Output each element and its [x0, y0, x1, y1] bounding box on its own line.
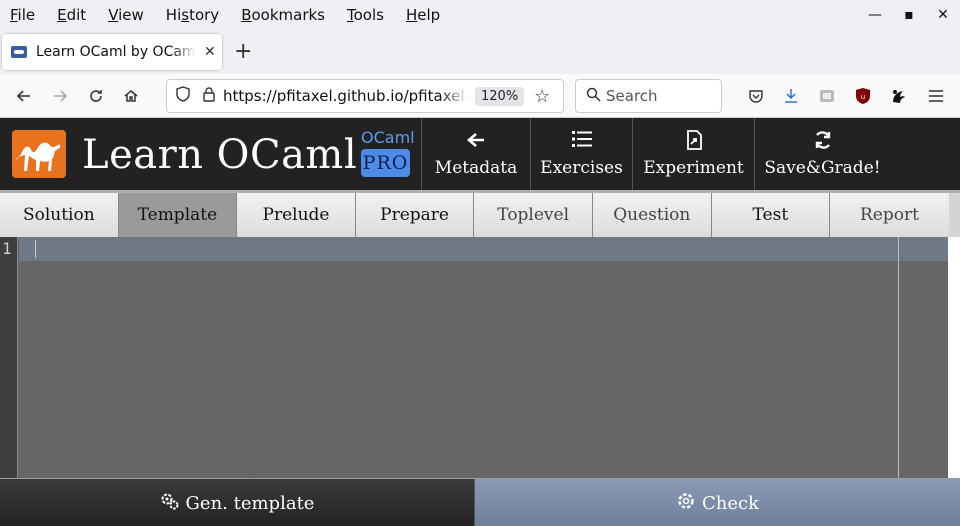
nav-bar: https://pfitaxel.github.io/pfitaxel-demo… [0, 74, 960, 118]
menu-tools[interactable]: Tools [336, 6, 395, 24]
home-icon [124, 90, 138, 102]
pocket-icon[interactable] [744, 84, 768, 108]
tab-toplevel[interactable]: Toplevel [474, 193, 593, 237]
editor-scrollbar[interactable] [948, 237, 960, 478]
menu-edit[interactable]: Edit [46, 6, 97, 24]
menu-help[interactable]: Help [395, 6, 451, 24]
extension-icon[interactable] [887, 84, 911, 108]
search-box[interactable]: Search [575, 79, 722, 113]
menu-bar: File Edit View History Bookmarks Tools H… [0, 0, 960, 30]
save-grade-button[interactable]: Save&Grade! [754, 118, 890, 190]
experiment-icon [685, 130, 703, 156]
refresh-icon [813, 130, 833, 156]
cogs-icon [160, 491, 180, 516]
tab-strip: Learn OCaml by OCamlPro ✕ + [0, 30, 960, 74]
tab-prepare[interactable]: Prepare [355, 193, 475, 237]
forward-button[interactable] [46, 82, 74, 110]
svg-text:u: u [861, 93, 865, 101]
close-icon[interactable]: ✕ [926, 7, 960, 23]
metadata-label: Metadata [434, 158, 518, 178]
gen-template-button[interactable]: Gen. template [0, 479, 474, 526]
bookmark-star-icon[interactable]: ☆ [534, 86, 550, 107]
minimize-icon[interactable]: — [858, 7, 892, 23]
menu-history[interactable]: History [155, 6, 230, 24]
forward-icon [54, 90, 68, 102]
experiment-button[interactable]: Experiment [632, 118, 754, 190]
tab-title: Learn OCaml by OCamlPro [36, 44, 196, 60]
tab-question[interactable]: Question [592, 193, 712, 237]
camel-logo[interactable] [12, 130, 66, 178]
app-title: Learn OCaml [82, 132, 358, 178]
editor-tabs: Solution Template Prelude Prepare Toplev… [0, 190, 960, 237]
menu-file[interactable]: File [0, 6, 46, 24]
favicon-icon [11, 46, 27, 58]
url-bar[interactable]: https://pfitaxel.github.io/pfitaxel-demo… [166, 79, 564, 113]
tab-solution[interactable]: Solution [0, 193, 119, 237]
shield-icon[interactable] [173, 86, 193, 106]
ocamlpro-badge-bottom: PRO [361, 149, 410, 177]
tab-template[interactable]: Template [118, 193, 238, 237]
maximize-icon[interactable]: ▪ [892, 7, 926, 23]
menu-bookmarks[interactable]: Bookmarks [230, 6, 336, 24]
current-line-highlight [19, 237, 948, 261]
exercises-label: Exercises [540, 158, 623, 178]
search-placeholder: Search [606, 87, 658, 105]
menu-icon[interactable] [924, 84, 948, 108]
browser-tab[interactable]: Learn OCaml by OCamlPro ✕ [2, 34, 222, 70]
cog-icon [676, 491, 696, 516]
lock-icon[interactable] [199, 86, 219, 106]
back-icon [16, 90, 30, 102]
bottom-toolbar: Gen. template Check [0, 478, 960, 526]
reader-icon[interactable] [815, 84, 839, 108]
code-editor[interactable]: 1 [0, 237, 948, 478]
downloads-icon[interactable] [779, 84, 803, 108]
tab-report[interactable]: Report [830, 193, 949, 237]
app-header: Learn OCaml OCaml PRO Metadata Exercises… [0, 118, 960, 190]
gen-template-label: Gen. template [185, 492, 315, 514]
check-button[interactable]: Check [474, 479, 960, 526]
experiment-label: Experiment [643, 158, 744, 178]
save-grade-label: Save&Grade! [764, 158, 881, 178]
back-button[interactable] [10, 82, 38, 110]
reload-button[interactable] [82, 82, 110, 110]
tab-test[interactable]: Test [711, 193, 831, 237]
exercises-button[interactable]: Exercises [530, 118, 632, 190]
new-tab-button[interactable]: + [234, 38, 252, 66]
text-cursor [35, 240, 36, 258]
home-button[interactable] [117, 82, 145, 110]
ocamlpro-badge-top: OCaml [361, 128, 415, 147]
url-text[interactable]: https://pfitaxel.github.io/pfitaxel-demo [223, 87, 469, 105]
menu-view[interactable]: View [97, 6, 155, 24]
check-label: Check [701, 492, 759, 514]
ublock-icon[interactable]: u [851, 84, 875, 108]
tab-close-icon[interactable]: ✕ [204, 44, 216, 60]
print-margin [898, 237, 899, 478]
reload-icon [90, 90, 102, 102]
metadata-button[interactable]: Metadata [421, 118, 530, 190]
zoom-indicator[interactable]: 120% [475, 86, 525, 106]
list-icon [571, 130, 592, 156]
line-number: 1 [2, 239, 12, 258]
window-controls: — ▪ ✕ [858, 0, 960, 30]
arrow-left-icon [467, 130, 485, 156]
search-icon [580, 87, 606, 106]
line-gutter: 1 [0, 237, 18, 478]
tab-prelude[interactable]: Prelude [237, 193, 356, 237]
